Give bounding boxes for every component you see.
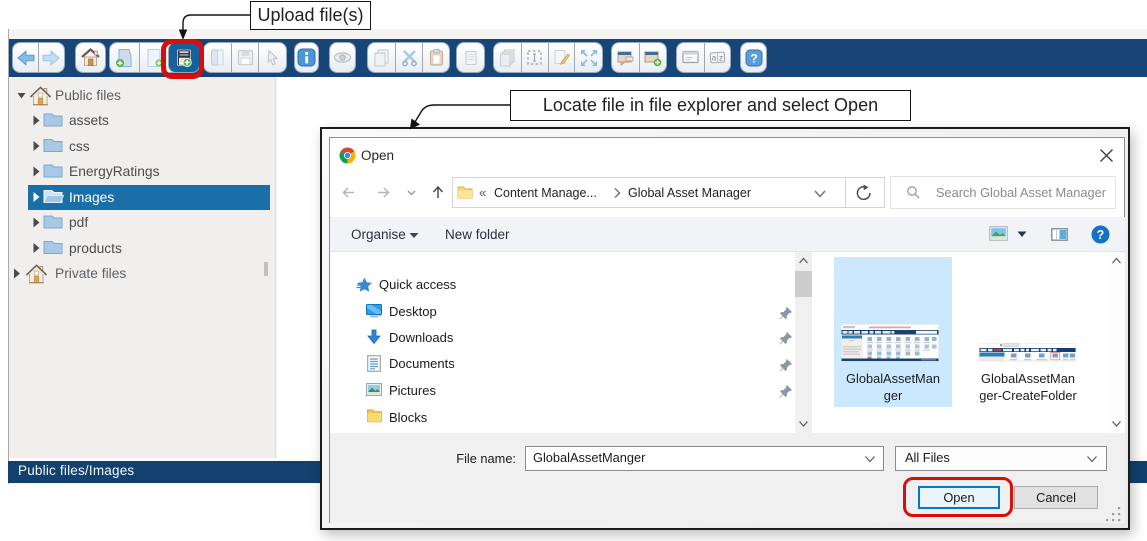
svg-text:?: ? [750, 51, 757, 65]
svg-text:?: ? [1097, 228, 1105, 242]
svg-text:z: z [719, 54, 723, 63]
svg-text:a: a [712, 54, 717, 63]
